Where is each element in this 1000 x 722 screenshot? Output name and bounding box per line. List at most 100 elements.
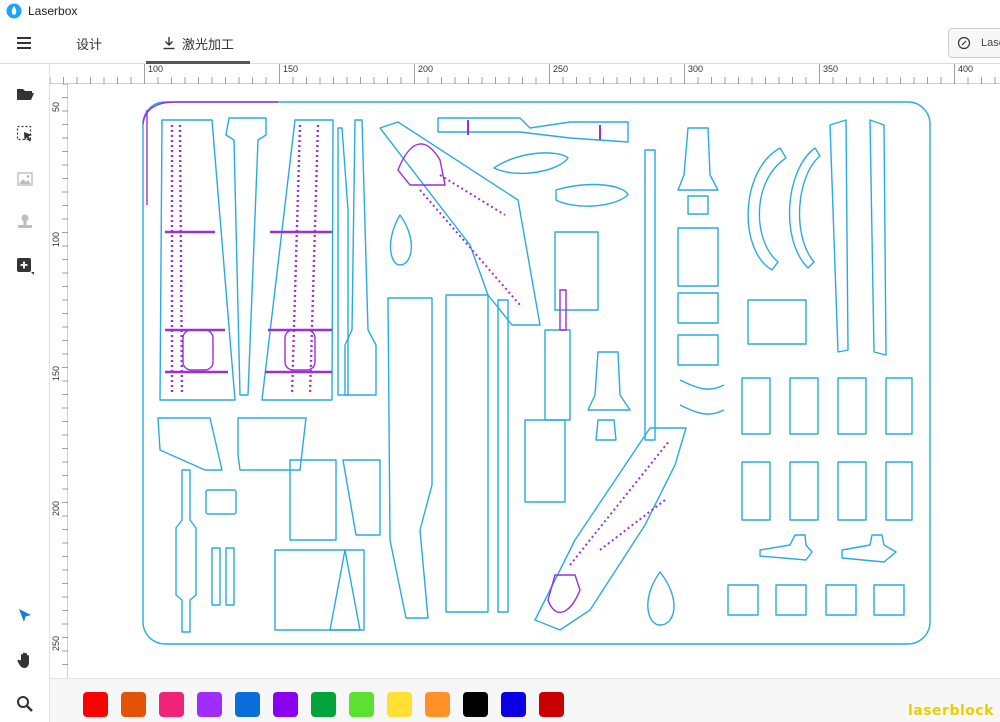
add-shape-icon[interactable] — [15, 256, 35, 276]
bracket-part — [205, 489, 237, 515]
rail-parts — [211, 547, 235, 606]
nose-a — [587, 351, 631, 411]
fuselage-center — [445, 294, 489, 613]
long-strip — [644, 149, 656, 441]
engrave-cockpit-b — [547, 574, 581, 613]
tab-design-label: 设计 — [76, 36, 103, 52]
clip-7 — [837, 461, 867, 521]
pointer-select-icon[interactable] — [15, 606, 35, 626]
canopy-b — [555, 183, 629, 207]
color-swatch[interactable] — [235, 692, 260, 717]
color-swatch[interactable] — [425, 692, 450, 717]
tab-laser-label: 激光加工 — [182, 36, 235, 52]
color-swatch[interactable] — [463, 692, 488, 717]
ruler-left-label: 250 — [51, 635, 61, 651]
delta-wing-lower — [534, 427, 687, 631]
nose-b — [595, 419, 617, 441]
ruler-top-label: 200 — [418, 64, 434, 74]
ruler-left-label: 100 — [51, 231, 61, 247]
color-swatch[interactable] — [501, 692, 526, 717]
ruler-vertical: 50 100 150 200 250 — [50, 84, 68, 678]
mini-plane-b — [841, 534, 897, 563]
engrave-rivet-lines — [170, 124, 320, 396]
ruler-top-label: 100 — [148, 64, 164, 74]
grid-square-3 — [825, 584, 857, 616]
plate-a — [554, 231, 599, 311]
canopy-a — [493, 152, 569, 175]
color-swatch[interactable] — [121, 692, 146, 717]
gear-strut — [175, 469, 197, 633]
tail-left — [157, 417, 223, 471]
hand-pan-icon[interactable] — [15, 650, 35, 670]
device-selector[interactable]: Laserbox — [948, 28, 1000, 58]
ruler-left-label: 50 — [51, 101, 61, 112]
clip-6 — [789, 461, 819, 521]
tail-right — [237, 417, 307, 471]
design-canvas[interactable] — [68, 84, 1000, 678]
slot-box-c — [677, 334, 719, 366]
ruler-top-label: 300 — [688, 64, 704, 74]
ruler-top-label: 150 — [283, 64, 299, 74]
arc-part-b — [788, 147, 821, 269]
clip-2 — [789, 377, 819, 435]
clip-4 — [885, 377, 913, 435]
spar-b — [337, 127, 349, 396]
drop-shape-a — [389, 214, 413, 266]
color-swatch[interactable] — [539, 692, 564, 717]
grid-square-2 — [775, 584, 807, 616]
drop-shape-b — [647, 571, 675, 626]
rail-tall-b — [869, 119, 887, 356]
slot-box-a — [677, 227, 719, 287]
fuselage-left — [387, 297, 433, 619]
spar-a — [225, 117, 267, 396]
engrave-rib-lines — [165, 230, 332, 374]
engrave-marks — [467, 120, 601, 140]
laserblock-watermark: laserblock — [907, 703, 994, 719]
menu-icon[interactable] — [14, 34, 34, 52]
slot-box-b — [677, 292, 719, 324]
engrave-window-a — [182, 329, 214, 371]
small-box-a — [687, 195, 709, 215]
engrave-cockpit-a — [397, 143, 446, 186]
stamp-icon[interactable] — [15, 212, 35, 232]
plate-b — [544, 329, 571, 421]
ruler-horizontal-ticks — [50, 64, 996, 84]
color-swatch[interactable] — [387, 692, 412, 717]
image-icon[interactable] — [15, 169, 35, 189]
clip-8 — [885, 461, 913, 521]
color-swatch[interactable] — [197, 692, 222, 717]
color-swatch[interactable] — [349, 692, 374, 717]
clip-1 — [741, 377, 771, 435]
ruler-top-label: 400 — [958, 64, 974, 74]
tab-laser-process[interactable]: 激光加工 — [146, 22, 250, 64]
mini-plane-a — [759, 534, 813, 561]
slot-plate — [747, 299, 807, 345]
fuselage-strip — [497, 299, 509, 613]
plate-c — [524, 419, 566, 503]
clip-5 — [741, 461, 771, 521]
engrave-wing-rivets-b — [569, 439, 671, 566]
box-b — [342, 459, 381, 536]
zoom-icon[interactable] — [15, 694, 35, 714]
rail-tall-a — [829, 119, 849, 353]
laserbox-logo-icon — [6, 3, 22, 19]
select-region-icon[interactable] — [15, 124, 35, 144]
ruler-vertical-ticks — [62, 84, 68, 665]
color-swatch[interactable] — [273, 692, 298, 717]
spar-c — [344, 119, 377, 396]
color-swatch[interactable] — [83, 692, 108, 717]
tab-design[interactable]: 设计 — [76, 22, 102, 64]
engrave-wing-rivets-a — [419, 174, 521, 306]
grid-square-4 — [873, 584, 905, 616]
ruler-left-label: 150 — [51, 365, 61, 381]
ruler-top-label: 250 — [553, 64, 569, 74]
ruler-top-label: 350 — [823, 64, 839, 74]
ruler-left-label: 200 — [51, 500, 61, 516]
grid-square-1 — [727, 584, 759, 616]
color-swatch[interactable] — [159, 692, 184, 717]
folder-open-icon[interactable] — [15, 84, 35, 104]
box-a — [289, 459, 337, 541]
top-tab-bar: 设计 激光加工 Laserbox — [0, 22, 1000, 64]
curved-clips — [679, 379, 725, 415]
color-swatch[interactable] — [311, 692, 336, 717]
